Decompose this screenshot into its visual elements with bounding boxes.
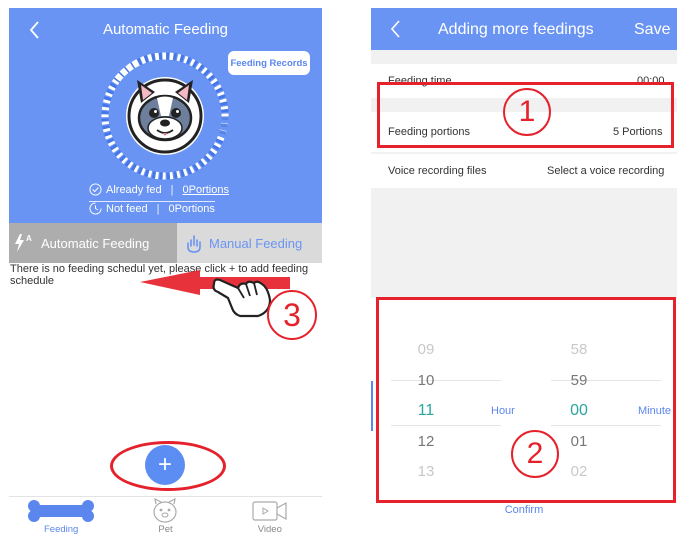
bulldog-face-icon: [126, 77, 204, 155]
check-circle-icon: [89, 183, 102, 196]
save-button[interactable]: Save: [634, 21, 670, 39]
not-fed-status: Not feed | 0Portions: [89, 201, 215, 215]
svg-text:A: A: [26, 234, 32, 243]
video-camera-icon: [252, 501, 287, 521]
already-fed-label: Already fed: [106, 183, 162, 196]
feeding-header: Automatic Feeding Feeding Records Alread…: [9, 8, 322, 223]
page-title: Automatic Feeding: [102, 21, 229, 38]
voice-recording-row[interactable]: Voice recording files Select a voice rec…: [371, 154, 677, 188]
feeding-progress-ring: [101, 52, 229, 180]
bone-icon: [28, 500, 95, 522]
confirm-button[interactable]: Confirm: [371, 504, 677, 516]
page-title: Adding more feedings: [438, 21, 594, 38]
nav-item-feeding[interactable]: Feeding: [9, 497, 113, 538]
voice-recording-label: Voice recording files: [388, 165, 487, 177]
nav-item-pet[interactable]: Pet: [113, 497, 217, 538]
annotation-number-one: 1: [503, 88, 551, 136]
annotation-number-two: 2: [511, 430, 559, 478]
voice-recording-value: Select a voice recording: [547, 165, 665, 177]
annotation-number-three: 3: [267, 290, 317, 340]
adding-header: Adding more feedings Save: [371, 8, 677, 50]
auto-flash-icon: A: [15, 234, 32, 252]
nav-video-label: Video: [257, 524, 282, 535]
status-separator: |: [156, 202, 160, 215]
tab-automatic-label: Automatic Feeding: [41, 235, 150, 251]
tab-manual-label: Manual Feeding: [209, 235, 303, 251]
pointing-hand-icon: [212, 278, 272, 318]
already-fed-status: Already fed | 0Portions: [89, 183, 229, 196]
pet-face-icon: [153, 498, 178, 523]
nav-item-video[interactable]: Video: [218, 497, 322, 538]
feeding-records-button[interactable]: Feeding Records: [228, 51, 310, 75]
clock-icon: [89, 202, 102, 215]
nav-pet-label: Pet: [158, 524, 173, 535]
picker-side-accent: [371, 381, 373, 431]
bottom-navigation: Feeding Pet Video: [9, 496, 322, 538]
feeding-mode-tabs: A Automatic Feeding Manual Feeding: [9, 223, 322, 263]
tab-manual-feeding[interactable]: Manual Feeding: [177, 223, 322, 263]
not-fed-label: Not feed: [106, 202, 148, 215]
hand-tap-icon: [187, 235, 201, 253]
status-separator: |: [170, 183, 174, 196]
chevron-left-icon[interactable]: [385, 17, 407, 41]
already-fed-value: 0Portions: [182, 183, 229, 196]
annotation-oval-add: [110, 441, 226, 491]
tab-automatic-feeding[interactable]: A Automatic Feeding: [9, 223, 177, 263]
not-fed-value: 0Portions: [168, 202, 215, 215]
nav-feeding-label: Feeding: [43, 524, 79, 535]
